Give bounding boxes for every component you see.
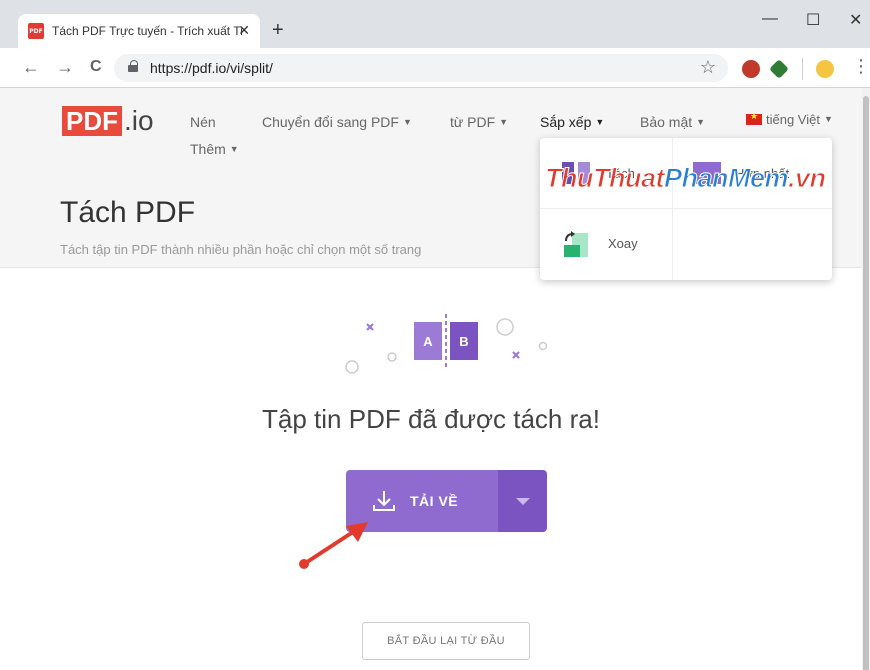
download-options-toggle[interactable] xyxy=(498,470,547,532)
nav-from-pdf-label: từ PDF xyxy=(450,114,496,130)
caret-down-icon: ▼ xyxy=(229,144,239,154)
dropdown-rotate-label: Xoay xyxy=(608,236,638,251)
vietnam-flag-icon xyxy=(746,111,762,125)
cross-icon xyxy=(366,323,374,331)
watermark-logo: ThuThuatPhanMem.vn xyxy=(545,163,827,194)
watermark-part-2: Thuat xyxy=(592,163,665,194)
nav-security-label: Bảo mật xyxy=(640,114,693,130)
nav-compress-label: Nén xyxy=(190,114,216,130)
watermark-part-4: .vn xyxy=(788,163,827,194)
forward-icon[interactable]: → xyxy=(56,57,74,78)
nav-convert-label: Chuyển đổi sang PDF xyxy=(262,114,399,130)
tab-title: Tách PDF Trực tuyến - Trích xuất Trang xyxy=(52,24,242,38)
nav-security[interactable]: Bảo mật ▼ xyxy=(640,114,705,130)
scrollbar-thumb[interactable] xyxy=(863,96,869,670)
tab-close-icon[interactable]: ✕ xyxy=(238,22,250,39)
download-icon xyxy=(373,491,395,511)
toolbar-divider xyxy=(802,58,803,80)
site-logo[interactable]: PDF .io xyxy=(62,106,154,136)
nav-organize[interactable]: Sắp xếp ▼ xyxy=(540,114,604,130)
browser-toolbar: ← → C https://pdf.io/vi/split/ ☆ ⋮ xyxy=(0,48,870,88)
menu-icon[interactable]: ⋮ xyxy=(852,56,870,77)
watermark-part-1: Thu xyxy=(545,163,594,194)
reload-icon[interactable]: C xyxy=(90,58,102,76)
language-selector[interactable]: tiếng Việt▼ xyxy=(746,111,833,127)
nav-convert-to-pdf[interactable]: Chuyển đổi sang PDF ▼ xyxy=(262,114,412,130)
pdf-favicon-icon: PDF xyxy=(28,23,44,39)
adblock-extension-icon[interactable] xyxy=(742,60,760,78)
browser-tab[interactable]: PDF Tách PDF Trực tuyến - Trích xuất Tra… xyxy=(18,14,260,48)
browser-tab-bar: PDF Tách PDF Trực tuyến - Trích xuất Tra… xyxy=(0,0,870,48)
page-subtitle: Tách tập tin PDF thành nhiều phần hoặc c… xyxy=(60,242,422,257)
lock-icon xyxy=(128,60,138,72)
nav-from-pdf[interactable]: từ PDF ▼ xyxy=(450,114,508,130)
logo-pdf-text: PDF xyxy=(62,106,122,136)
logo-io-text: .io xyxy=(124,105,154,136)
close-window-button[interactable]: ✕ xyxy=(849,10,862,30)
illus-label-b: B xyxy=(459,334,468,349)
new-tab-button[interactable]: + xyxy=(272,20,284,40)
organize-dropdown-menu: Tách Hợp nhất Xoay xyxy=(540,138,832,280)
illus-label-a: A xyxy=(423,334,433,349)
caret-down-icon: ▼ xyxy=(402,117,412,127)
cross-icon xyxy=(512,351,520,359)
split-success-illustration: A B xyxy=(345,314,548,374)
nav-more[interactable]: Thêm ▼ xyxy=(190,141,239,157)
annotation-arrow-icon xyxy=(299,522,368,569)
dropdown-item-rotate[interactable]: Xoay xyxy=(540,209,672,280)
language-label: tiếng Việt xyxy=(766,112,820,127)
minimize-button[interactable]: — xyxy=(762,10,778,28)
restart-button[interactable]: BẮT ĐẦU LẠI TỪ ĐẦU xyxy=(362,622,530,660)
address-bar[interactable]: https://pdf.io/vi/split/ ☆ xyxy=(114,54,728,82)
back-icon[interactable]: ← xyxy=(22,57,40,78)
url-text: https://pdf.io/vi/split/ xyxy=(150,60,273,76)
caret-down-icon: ▼ xyxy=(499,117,509,127)
nav-compress[interactable]: Nén xyxy=(190,114,216,130)
caret-down-icon: ▼ xyxy=(823,114,833,124)
caret-down-icon: ▼ xyxy=(696,117,706,127)
page-title: Tách PDF xyxy=(60,196,196,229)
rotate-icon xyxy=(564,231,588,257)
success-message: Tập tin PDF đã được tách ra! xyxy=(262,404,600,434)
caret-down-icon: ▼ xyxy=(595,117,605,127)
download-label: TẢI VỀ xyxy=(410,493,459,509)
maximize-button[interactable]: ☐ xyxy=(806,10,820,30)
page-scrollbar[interactable] xyxy=(862,88,870,670)
profile-avatar-icon[interactable] xyxy=(816,60,834,78)
bookmark-star-icon[interactable]: ☆ xyxy=(700,57,716,78)
watermark-part-3: PhanMem xyxy=(663,163,789,194)
nav-organize-label: Sắp xếp xyxy=(540,114,592,130)
nav-more-label: Thêm xyxy=(190,141,226,157)
